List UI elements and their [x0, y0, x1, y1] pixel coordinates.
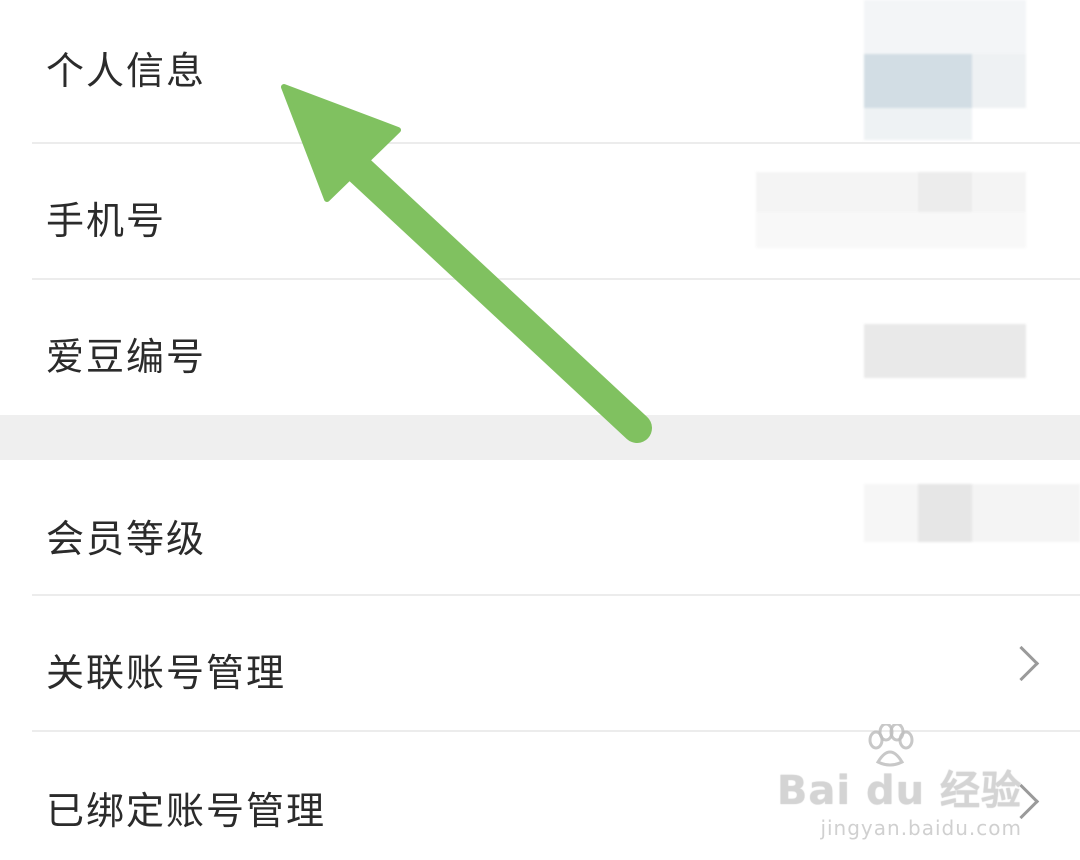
settings-row-member-level[interactable]: 会员等级 [0, 460, 1080, 596]
baidu-jingyan-watermark: Bai du 经验 jingyan.baidu.com [777, 724, 1022, 840]
chevron-right-icon [1003, 645, 1040, 682]
blurred-id-value [864, 324, 1026, 378]
blurred-avatar [864, 0, 1026, 140]
section-separator [0, 415, 1080, 460]
settings-row-label: 手机号 [46, 199, 167, 243]
watermark-url: jingyan.baidu.com [820, 816, 1022, 840]
settings-row-label: 爱豆编号 [46, 335, 207, 379]
settings-row-label: 个人信息 [46, 49, 207, 93]
settings-row-phone[interactable]: 手机号 [0, 144, 1080, 280]
settings-row-linked-accounts[interactable]: 关联账号管理 [0, 596, 1080, 732]
blurred-phone-value [756, 168, 1026, 254]
settings-row-label: 已绑定账号管理 [46, 789, 327, 833]
settings-row-aidou-id[interactable]: 爱豆编号 [0, 280, 1080, 415]
settings-row-label: 关联账号管理 [46, 651, 287, 695]
baidu-paw-icon [868, 724, 914, 767]
settings-row-label: 会员等级 [46, 517, 207, 561]
account-settings-screen: 个人信息 手机号 爱豆编号 会员等级 关联账号管理 已绑定账号管理 Bai du… [0, 0, 1080, 860]
settings-row-personal-info[interactable]: 个人信息 [0, 0, 1080, 144]
blurred-level-value [864, 484, 1080, 542]
